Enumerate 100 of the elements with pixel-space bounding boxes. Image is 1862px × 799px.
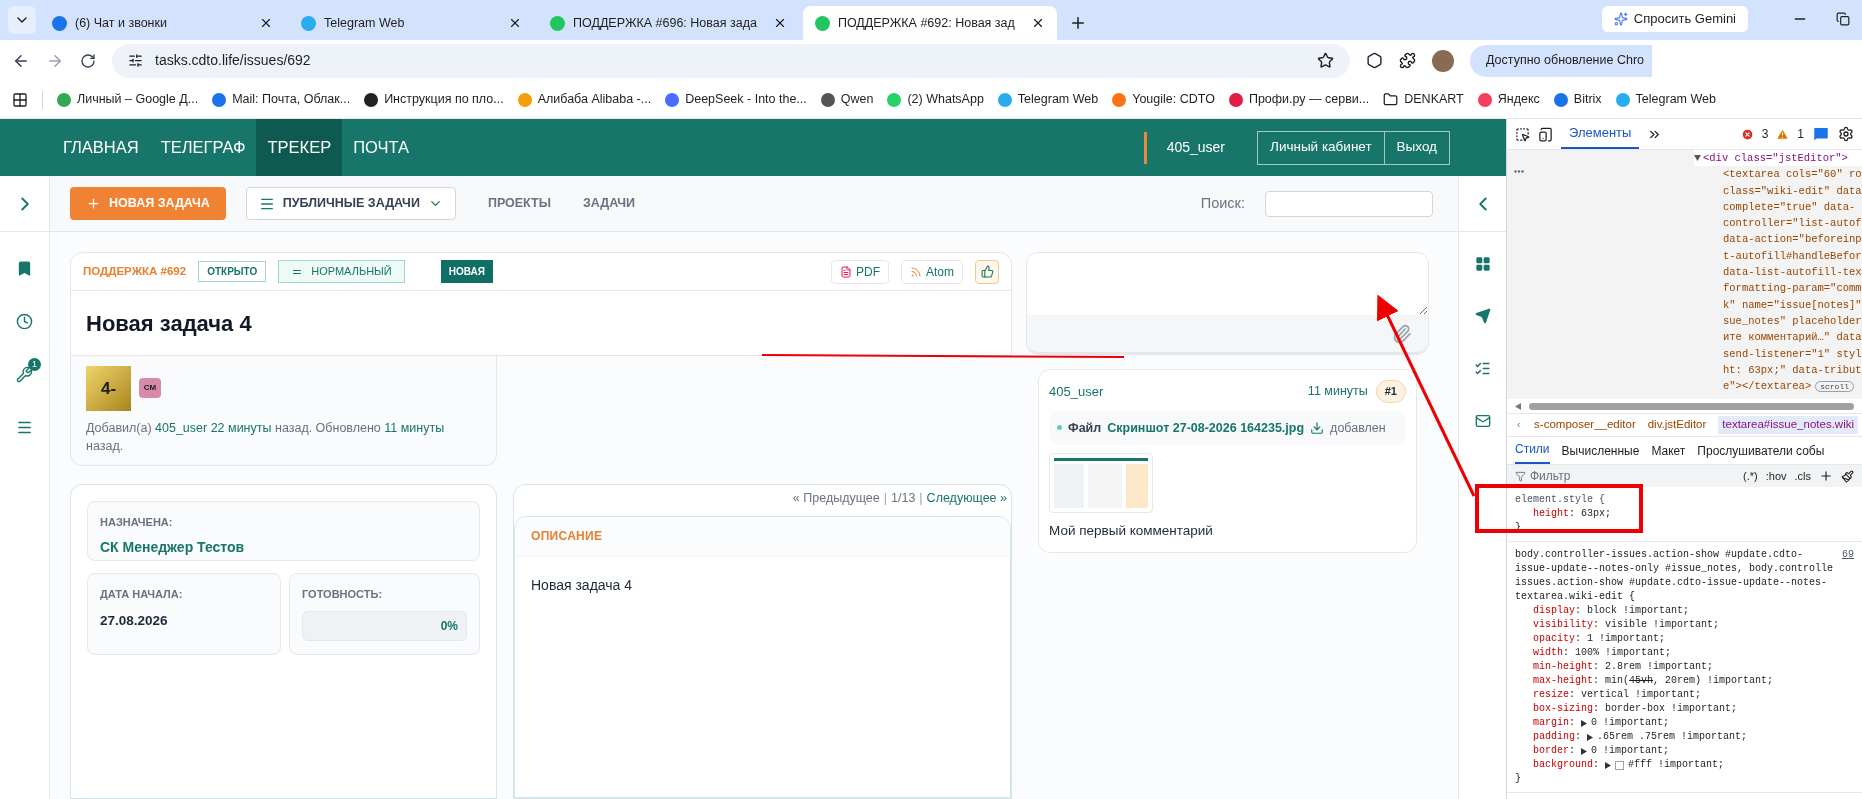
filter-dropdown[interactable]: ПУБЛИЧНЫЕ ЗАДАЧИ (245, 187, 456, 220)
toolbar-link[interactable]: ПРОЕКТЫ (487, 194, 551, 213)
like-button[interactable] (975, 259, 999, 284)
filter-toggle[interactable]: .cls (1794, 467, 1811, 485)
dom-line[interactable]: t-autofill#handleBefor (1723, 247, 1862, 265)
account-button[interactable]: Личный кабинет (1258, 131, 1384, 164)
style-declaration[interactable]: max-height: min(45vh, 20rem) !important; (1515, 674, 1854, 688)
account-button[interactable]: Выход (1383, 131, 1449, 164)
bookmark-item[interactable]: Yougile: CDTO (1112, 90, 1215, 109)
styles-tab[interactable]: Макет (1651, 442, 1686, 464)
scroll-left-icon[interactable] (1515, 402, 1521, 410)
styles-tab[interactable]: Вычисленные (1561, 442, 1640, 464)
bookmark-item[interactable]: (2) WhatsApp (887, 90, 984, 109)
file-link[interactable]: Скриншот 27-08-2026 164235.jpg (1107, 418, 1305, 438)
inspect-icon[interactable] (1515, 126, 1530, 142)
dom-line[interactable]: controller="list-autof (1723, 215, 1862, 232)
mail-icon[interactable] (1474, 413, 1491, 429)
style-declaration[interactable]: padding: .65rem .75rem !important; (1515, 730, 1854, 744)
meta-link[interactable]: 11 минуты (384, 421, 445, 435)
rule-source[interactable]: 69 (1842, 548, 1854, 562)
expand-triangle-icon[interactable] (1587, 733, 1594, 741)
attach-icon[interactable] (1392, 323, 1412, 344)
dom-line[interactable]: complete="true" data- (1723, 198, 1862, 216)
expand-triangle-icon[interactable] (1581, 747, 1588, 755)
dom-line[interactable]: k" name="issue[notes]" (1723, 296, 1862, 313)
dom-line[interactable]: ите комментарий…" data (1723, 329, 1862, 346)
assistant-icon[interactable] (1812, 125, 1830, 143)
breadcrumb[interactable]: s-composer__editor (1534, 416, 1636, 434)
style-declaration[interactable]: background: #fff !important; (1515, 758, 1854, 772)
nav-link[interactable]: ТЕЛЕГРАФ (149, 119, 257, 176)
dom-line[interactable]: sue_notes" placeholder (1723, 312, 1862, 330)
extensions-icon[interactable] (1399, 52, 1416, 69)
assignee-link[interactable]: СК Менеджер Тестов (100, 536, 467, 558)
restore-icon[interactable] (1836, 12, 1850, 26)
meta-link[interactable]: 405_user (155, 421, 208, 435)
update-button[interactable]: Доступно обновление Chro (1470, 44, 1652, 77)
reload-icon[interactable] (80, 52, 96, 69)
checklist-icon[interactable] (1474, 360, 1491, 377)
expanded-triangle-icon[interactable] (1694, 155, 1701, 162)
grid-icon[interactable] (1474, 256, 1491, 272)
dom-line[interactable]: send-listener="1" styl (1723, 345, 1862, 362)
styles-tab[interactable]: Прослушиватели собы (1697, 442, 1825, 464)
style-declaration[interactable]: opacity: 1 !important; (1515, 632, 1854, 646)
style-declaration[interactable]: width: 100% !important; (1515, 646, 1854, 660)
paint-icon[interactable] (1841, 469, 1854, 483)
bookmark-item[interactable]: DeepSeek - Into the... (665, 90, 807, 109)
nav-link[interactable]: ТРЕКЕР (256, 119, 343, 176)
comment-author[interactable]: 405_user (1049, 381, 1104, 401)
dom-line[interactable]: e"></textarea> scroll (1723, 378, 1862, 396)
new-rule-icon[interactable] (1819, 469, 1833, 483)
breadcrumb[interactable]: div.jstEditor (1647, 416, 1707, 434)
bookmark-item[interactable]: Bitrix (1553, 90, 1602, 109)
dom-line[interactable]: class="wiki-edit" data (1723, 182, 1862, 199)
settings-icon[interactable] (1838, 126, 1854, 142)
screenshot-thumbnail[interactable] (1049, 453, 1153, 514)
next-link[interactable]: Следующее » (926, 489, 1007, 508)
expand-triangle-icon[interactable] (1605, 761, 1612, 769)
filter-toggle[interactable]: :hov (1765, 467, 1787, 485)
gemini-button[interactable]: Спросить Gemini (1601, 6, 1748, 32)
atom-button[interactable]: Atom (901, 259, 963, 284)
previous-link[interactable]: « Предыдущее (792, 489, 880, 508)
dom-line[interactable]: formatting-param="comm (1723, 280, 1862, 297)
pdf-button[interactable]: PDF (831, 259, 889, 284)
style-declaration[interactable]: display: block !important; (1515, 604, 1854, 618)
bookmark-item[interactable]: Инструкция по пло... (364, 90, 504, 109)
wrench-icon[interactable] (16, 366, 33, 383)
style-declaration[interactable]: box-sizing: border-box !important; (1515, 702, 1854, 716)
toolbar-link[interactable]: ЗАДАЧИ (582, 194, 635, 213)
style-declaration[interactable]: visibility: visible !important; (1515, 618, 1854, 632)
nav-link[interactable]: ПОЧТА (342, 119, 421, 176)
send-icon[interactable] (1474, 308, 1491, 324)
bookmark-item[interactable]: Telegram Web (997, 90, 1099, 109)
bookmark-item[interactable]: Личный – Google Д... (57, 90, 199, 109)
download-icon[interactable] (1310, 420, 1325, 435)
dom-line[interactable]: <textarea cols="60" ro (1723, 166, 1862, 183)
device-icon[interactable] (1538, 126, 1553, 142)
dom-line[interactable]: ht: 63px;" data-tribut (1723, 361, 1862, 379)
style-declaration[interactable]: height: 63px; (1515, 507, 1854, 521)
bookmark-item[interactable]: Алибаба Alibaba -... (517, 90, 652, 109)
nav-link[interactable]: ГЛАВНАЯ (52, 119, 150, 176)
style-declaration[interactable]: resize: vertical !important; (1515, 688, 1854, 702)
bookmark-item[interactable]: Qwen (820, 90, 874, 109)
bookmark-item[interactable]: Яндекс (1477, 90, 1540, 109)
close-icon[interactable] (508, 16, 522, 30)
expand-triangle-icon[interactable] (1581, 719, 1588, 727)
bookmark-item[interactable]: Mail: Почта, Облак... (212, 90, 351, 109)
color-swatch[interactable] (1615, 760, 1625, 770)
style-declaration[interactable]: min-height: 2.8rem !important; (1515, 660, 1854, 674)
extension-icon[interactable] (1366, 52, 1383, 69)
style-declaration[interactable]: border: 0 !important; (1515, 744, 1854, 758)
search-field[interactable] (1265, 190, 1433, 217)
clock-icon[interactable] (16, 313, 33, 330)
bookmark-item[interactable]: Профи.ру — серви... (1228, 90, 1370, 109)
filter-field[interactable]: Фильтр (1515, 467, 1736, 485)
address-bar[interactable]: tasks.cdto.life/issues/692 (112, 43, 1350, 78)
apps-icon[interactable] (12, 91, 28, 108)
bookmark-item[interactable]: Telegram Web (1615, 90, 1716, 109)
filter-toggle[interactable]: (.*) (1743, 467, 1758, 485)
close-icon[interactable] (259, 16, 273, 30)
dom-line[interactable]: data-action="beforeinp (1723, 231, 1862, 248)
